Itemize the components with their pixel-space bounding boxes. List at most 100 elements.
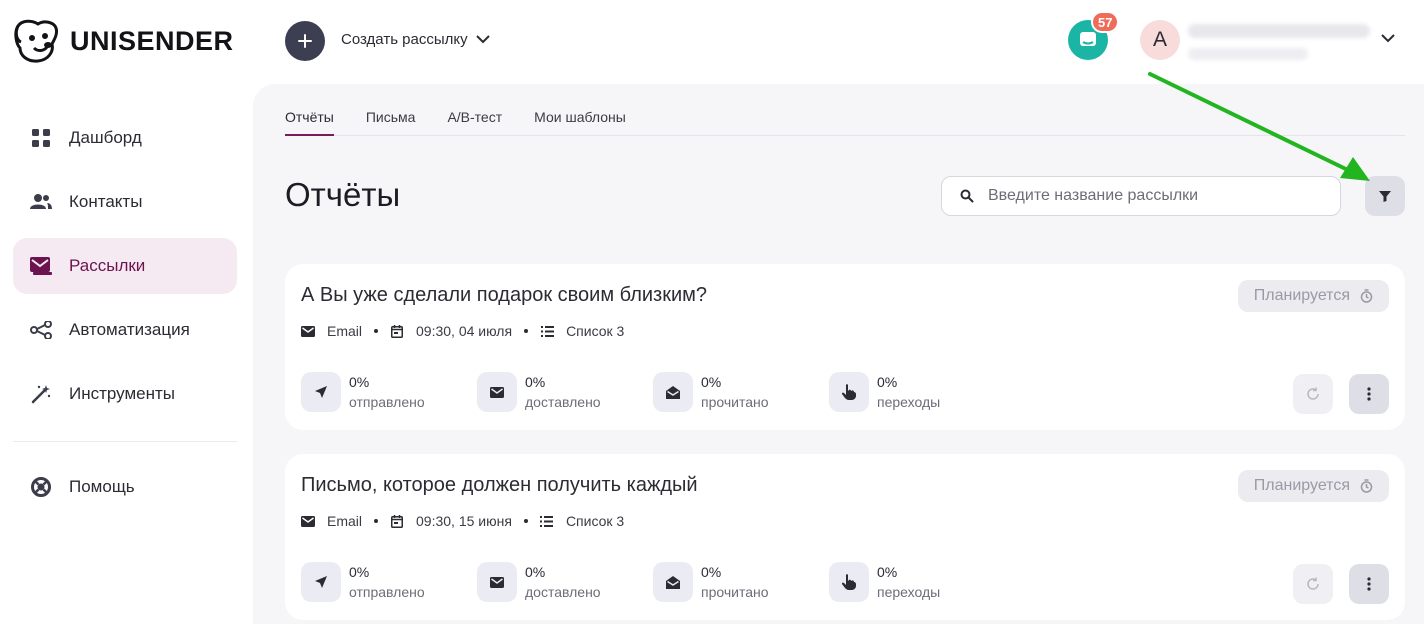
campaign-meta: Email 09:30, 15 июня Список 3: [301, 513, 624, 529]
stat-label: переходы: [877, 584, 941, 600]
stat-opened: 0% прочитано: [653, 372, 829, 412]
help-lifebuoy-icon: [29, 475, 53, 499]
send-icon: [301, 562, 341, 602]
campaign-stats: 0% отправлено 0% доставлено 0% прочитано 0%…: [301, 562, 1005, 602]
sidebar-item-contacts[interactable]: Контакты: [13, 174, 237, 230]
tab-my-templates[interactable]: Мои шаблоны: [534, 108, 626, 136]
automation-icon: [29, 318, 53, 342]
campaign-datetime: 09:30, 15 июня: [416, 513, 512, 529]
sidebar-item-label: Контакты: [69, 192, 143, 211]
stat-label: отправлено: [349, 584, 425, 600]
calendar-icon: [390, 324, 404, 338]
dashboard-icon: [29, 126, 53, 150]
avatar[interactable]: A: [1140, 20, 1180, 60]
sidebar-item-help[interactable]: Помощь: [13, 459, 237, 515]
sidebar-help: Помощь: [13, 459, 237, 523]
filter-button[interactable]: [1365, 176, 1405, 216]
sidebar: UNISENDER Дашборд Контакты Рассылки Авто…: [0, 0, 253, 624]
brand-logo[interactable]: UNISENDER: [12, 18, 234, 64]
envelope-icon: [477, 372, 517, 412]
create-campaign-button[interactable]: [285, 21, 325, 61]
sidebar-item-label: Инструменты: [69, 384, 176, 403]
stat-value: 0%: [525, 564, 546, 580]
separator-dot: [374, 329, 379, 333]
more-vertical-icon: [1367, 387, 1371, 401]
campaign-card[interactable]: Письмо, которое должен получить каждый П…: [285, 454, 1405, 620]
campaign-list: Список 3: [565, 513, 625, 529]
refresh-icon: [1307, 577, 1319, 590]
sidebar-item-dashboard[interactable]: Дашборд: [13, 110, 237, 166]
account-menu-chevron[interactable]: [1381, 30, 1395, 48]
envelope-icon: [301, 514, 315, 528]
separator-dot: [524, 329, 529, 333]
more-options-button[interactable]: [1349, 564, 1389, 604]
status-label: Планируется: [1253, 477, 1350, 494]
search-box: [941, 176, 1341, 216]
chevron-down-icon: [475, 35, 490, 44]
refresh-button[interactable]: [1293, 564, 1333, 604]
stat-label: отправлено: [349, 394, 425, 410]
mail-icon: [29, 254, 53, 278]
list-icon: [540, 514, 554, 528]
search-icon: [960, 189, 974, 203]
send-icon: [301, 372, 341, 412]
sidebar-item-label: Рассылки: [69, 256, 146, 275]
stat-value: 0%: [877, 374, 898, 390]
stat-delivered: 0% доставлено: [477, 562, 653, 602]
stat-clicks: 0% переходы: [829, 372, 1005, 412]
campaign-stats: 0% отправлено 0% доставлено 0% прочитано 0%…: [301, 372, 1005, 412]
campaign-title[interactable]: А Вы уже сделали подарок своим близким?: [301, 284, 707, 307]
magic-wand-icon: [29, 382, 53, 406]
calendar-icon: [390, 514, 404, 528]
status-badge: Планируется: [1237, 280, 1389, 312]
separator-dot: [523, 519, 528, 523]
stat-label: доставлено: [525, 394, 601, 410]
refresh-button[interactable]: [1293, 374, 1333, 414]
separator-dot: [374, 519, 379, 523]
stat-value: 0%: [701, 374, 722, 390]
timer-icon: [1360, 479, 1373, 493]
plus-icon: [298, 34, 312, 48]
account-info[interactable]: [1188, 20, 1378, 64]
create-campaign-label: Создать рассылку: [341, 31, 468, 48]
sidebar-item-tools[interactable]: Инструменты: [13, 366, 237, 422]
chevron-down-icon: [1381, 34, 1395, 43]
create-campaign-dropdown[interactable]: Создать рассылку: [341, 31, 490, 48]
stat-sent: 0% отправлено: [301, 562, 477, 602]
stat-value: 0%: [349, 564, 370, 580]
pointer-hand-icon: [829, 562, 869, 602]
contacts-icon: [29, 190, 53, 214]
stat-clicks: 0% переходы: [829, 562, 1005, 602]
more-options-button[interactable]: [1349, 374, 1389, 414]
stat-value: 0%: [349, 374, 370, 390]
sidebar-item-campaigns[interactable]: Рассылки: [13, 238, 237, 294]
stat-delivered: 0% доставлено: [477, 372, 653, 412]
envelope-icon: [477, 562, 517, 602]
filter-funnel-icon: [1379, 191, 1391, 202]
campaign-card[interactable]: А Вы уже сделали подарок своим близким? …: [285, 264, 1405, 430]
brand-name: UNISENDER: [70, 25, 234, 56]
account-id-blurred: [1188, 48, 1308, 60]
sidebar-item-automation[interactable]: Автоматизация: [13, 302, 237, 358]
tab-letters[interactable]: Письма: [366, 108, 416, 136]
campaign-meta: Email 09:30, 04 июля Список 3: [301, 323, 624, 339]
stat-value: 0%: [525, 374, 546, 390]
tab-ab-test[interactable]: А/B-тест: [447, 108, 502, 136]
campaign-title[interactable]: Письмо, которое должен получить каждый: [301, 474, 698, 497]
page-title: Отчёты: [285, 176, 401, 213]
sidebar-item-label: Дашборд: [69, 128, 142, 147]
notification-badge: 57: [1091, 11, 1120, 33]
stat-opened: 0% прочитано: [653, 562, 829, 602]
sidebar-item-label: Помощь: [69, 477, 135, 496]
envelope-icon: [301, 324, 315, 338]
stat-label: прочитано: [701, 584, 769, 600]
chat-icon: [1080, 32, 1096, 46]
tab-reports[interactable]: Отчёты: [285, 108, 334, 136]
search-input[interactable]: [988, 187, 1318, 205]
top-header: Создать рассылку 57 A: [253, 0, 1424, 84]
stat-label: доставлено: [525, 584, 601, 600]
stat-sent: 0% отправлено: [301, 372, 477, 412]
campaign-channel: Email: [327, 323, 363, 339]
sidebar-item-label: Автоматизация: [69, 320, 190, 339]
status-badge: Планируется: [1237, 470, 1389, 502]
